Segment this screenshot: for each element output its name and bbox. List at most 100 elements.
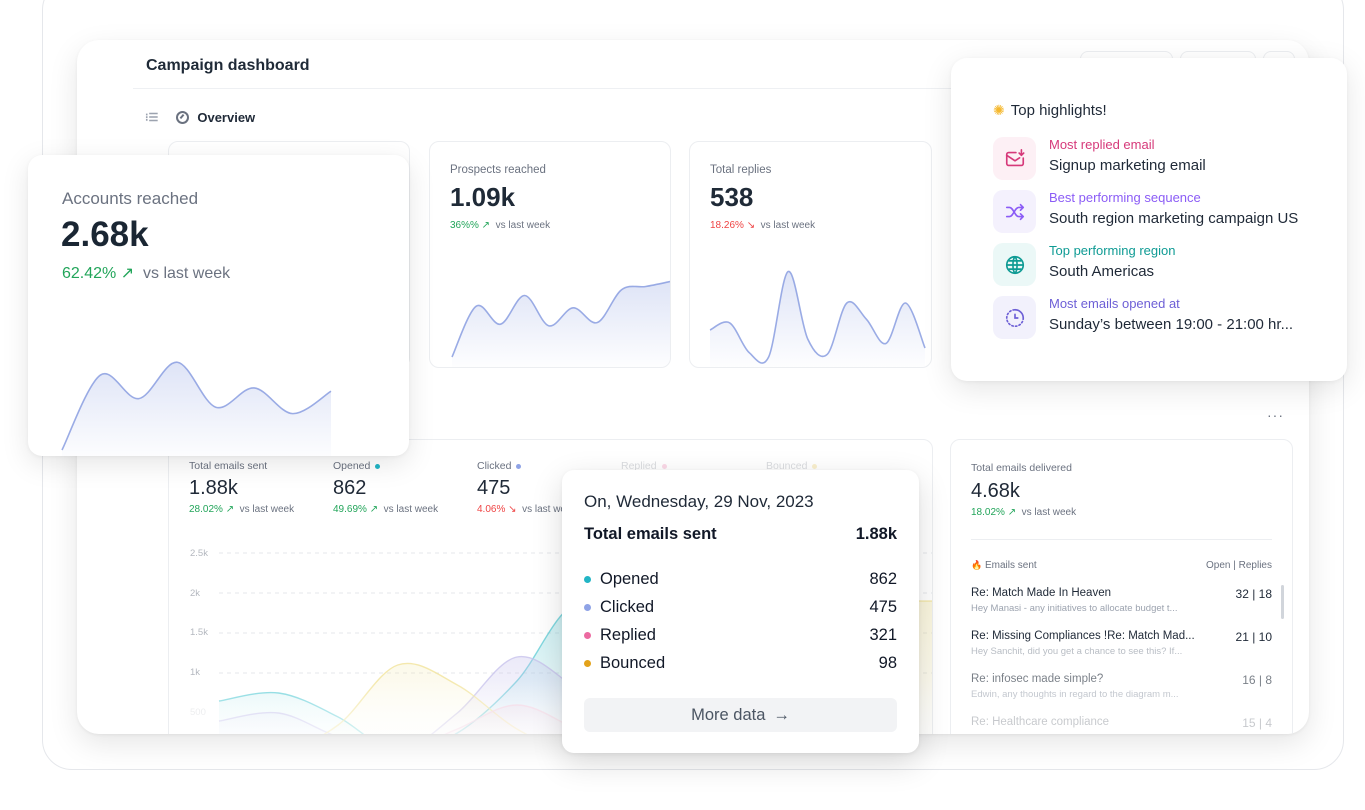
email-subject: Re: Missing Compliances !Re: Match Mad..…	[971, 630, 1195, 642]
email-list-header: 🔥 Emails sent Open | Replies	[971, 560, 1272, 571]
delta-percent: 49.69% ↗	[333, 504, 379, 515]
tooltip-row-value: 475	[869, 598, 897, 616]
page-title: Campaign dashboard	[146, 57, 310, 74]
stat-value: 1.09k	[450, 182, 516, 212]
replies-sparkline-area	[710, 271, 925, 367]
prospects-sparkline-area	[452, 281, 670, 367]
stat-delta: 62.42% ↗ vs last week	[62, 263, 230, 283]
delta-percent: 36%% ↗	[450, 220, 491, 231]
highlights-title: ✺ Top highlights!	[993, 102, 1107, 119]
email-stats: 15 | 4	[1242, 716, 1272, 730]
delta-suffix: vs last week	[383, 504, 439, 515]
replies-sparkline	[709, 270, 926, 367]
email-preview: Hey Sanchit, did you get a chance to see…	[971, 646, 1183, 657]
prospects-sparkline	[451, 280, 670, 367]
stat-label: Total emails delivered	[971, 462, 1072, 474]
stat-delta: 18.02% ↗ vs last week	[971, 507, 1076, 518]
metric-opened[interactable]: Opened 862 49.69% ↗ vs last week	[333, 460, 438, 515]
highlights-title-text: Top highlights!	[1010, 102, 1107, 119]
clock-history-icon	[993, 296, 1036, 339]
delivered-card: Total emails delivered 4.68k 18.02% ↗ vs…	[950, 439, 1293, 734]
metric-value: 1.88k	[189, 477, 238, 499]
delta-percent: 18.26% ↘	[710, 220, 756, 231]
email-stats: 16 | 8	[1242, 673, 1272, 687]
highlight-value: South Americas	[1049, 263, 1155, 280]
clicked-dot	[584, 604, 591, 611]
highlight-label: Top performing region	[1049, 243, 1176, 258]
tooltip-row-value: 321	[869, 626, 897, 644]
email-list-item[interactable]: Re: Missing Compliances !Re: Match Mad..…	[971, 630, 1272, 666]
section-title: Overview	[197, 110, 256, 125]
accounts-sparkline	[61, 361, 332, 456]
email-list-item[interactable]: Re: Match Made In Heaven Hey Manasi - an…	[971, 587, 1272, 623]
tooltip-row-value: 98	[878, 654, 897, 672]
shuffle-icon	[993, 190, 1036, 233]
stat-card-replies[interactable]: Total replies 538 18.26% ↘ vs last week	[689, 141, 932, 368]
stat-delta: 18.26% ↘ vs last week	[710, 220, 815, 231]
highlight-most-opened[interactable]: Most emails opened at Sunday’s between 1…	[993, 296, 1333, 340]
stat-label: Accounts reached	[62, 189, 199, 208]
fire-icon: 🔥	[971, 560, 983, 570]
metric-label-text: Total emails sent	[189, 460, 268, 472]
list-icon[interactable]: ⁝☰	[145, 111, 158, 124]
metric-label-text: Opened	[333, 460, 371, 472]
highlight-label: Most emails opened at	[1049, 296, 1180, 311]
delta-percent: 18.02% ↗	[971, 507, 1017, 518]
email-stats: 32 | 18	[1235, 587, 1272, 601]
gauge-icon	[176, 111, 190, 124]
accounts-reached-card[interactable]: Accounts reached 2.68k 62.42% ↗ vs last …	[28, 155, 409, 456]
delta-suffix: vs last week	[239, 504, 295, 515]
section-overview[interactable]: ⁝☰ Overview	[145, 110, 255, 125]
tooltip-row-value: 862	[869, 570, 897, 588]
divider	[971, 539, 1272, 540]
email-subject: Re: Match Made In Heaven	[971, 587, 1111, 599]
highlight-top-region[interactable]: Top performing region South Americas	[993, 243, 1333, 287]
email-list-item[interactable]: Re: infosec made simple? Edwin, any thou…	[971, 673, 1272, 709]
metric-label: Total emails sent	[189, 460, 294, 472]
tooltip-row-name: Bounced	[600, 654, 666, 672]
replied-dot	[584, 632, 591, 639]
highlight-best-sequence[interactable]: Best performing sequence South region ma…	[993, 190, 1333, 234]
highlight-label: Most replied email	[1049, 137, 1155, 152]
highlight-most-replied[interactable]: Most replied email Signup marketing emai…	[993, 137, 1333, 181]
chart-tooltip: On, Wednesday, 29 Nov, 2023 Total emails…	[562, 470, 919, 753]
email-list-title: 🔥 Emails sent	[971, 560, 1037, 571]
delta-percent: 28.02% ↗	[189, 504, 235, 515]
email-list-item[interactable]: Re: Healthcare compliance 15 | 4	[971, 716, 1272, 734]
metric-total-sent[interactable]: Total emails sent 1.88k 28.02% ↗ vs last…	[189, 460, 294, 515]
tooltip-row-bounced: Bounced 98	[584, 654, 897, 673]
metric-delta: 28.02% ↗ vs last week	[189, 504, 294, 515]
metric-label-text: Clicked	[477, 460, 512, 472]
email-preview: Edwin, any thoughts in regard to the dia…	[971, 689, 1179, 700]
email-list-scrollbar[interactable]	[1281, 585, 1284, 619]
stat-value: 538	[710, 182, 754, 212]
delta-suffix: vs last week	[760, 220, 816, 231]
mail-download-icon	[993, 137, 1036, 180]
stat-label: Prospects reached	[450, 164, 546, 176]
tooltip-row-opened: Opened 862	[584, 570, 897, 589]
bounced-dot	[584, 660, 591, 667]
stat-value: 2.68k	[61, 215, 149, 254]
delta-percent: 62.42% ↗	[62, 265, 135, 282]
metric-label: Opened	[333, 460, 438, 472]
tooltip-row-clicked: Clicked 475	[584, 598, 897, 617]
delta-suffix: vs last week	[1021, 507, 1077, 518]
delta-suffix: vs last week	[495, 220, 551, 231]
highlight-label: Best performing sequence	[1049, 190, 1201, 205]
stat-card-prospects[interactable]: Prospects reached 1.09k 36%% ↗ vs last w…	[429, 141, 671, 368]
metric-delta: 49.69% ↗ vs last week	[333, 504, 438, 515]
email-stats: 21 | 10	[1235, 630, 1272, 644]
globe-icon	[993, 243, 1036, 286]
more-options-button[interactable]: ···	[1267, 407, 1284, 423]
tooltip-row-name: Clicked	[600, 598, 655, 616]
email-preview: Hey Manasi - any initiatives to allocate…	[971, 603, 1178, 614]
more-data-button[interactable]: More data →	[584, 698, 897, 732]
email-list-columns: Open | Replies	[1206, 560, 1272, 571]
tooltip-total-value: 1.88k	[855, 525, 897, 543]
replied-legend-dot	[661, 463, 667, 469]
metric-value: 862	[333, 477, 367, 499]
clicked-legend-dot	[516, 463, 522, 469]
opened-dot	[584, 576, 591, 583]
highlight-value: Signup marketing email	[1049, 157, 1206, 174]
stat-delta: 36%% ↗ vs last week	[450, 220, 550, 231]
